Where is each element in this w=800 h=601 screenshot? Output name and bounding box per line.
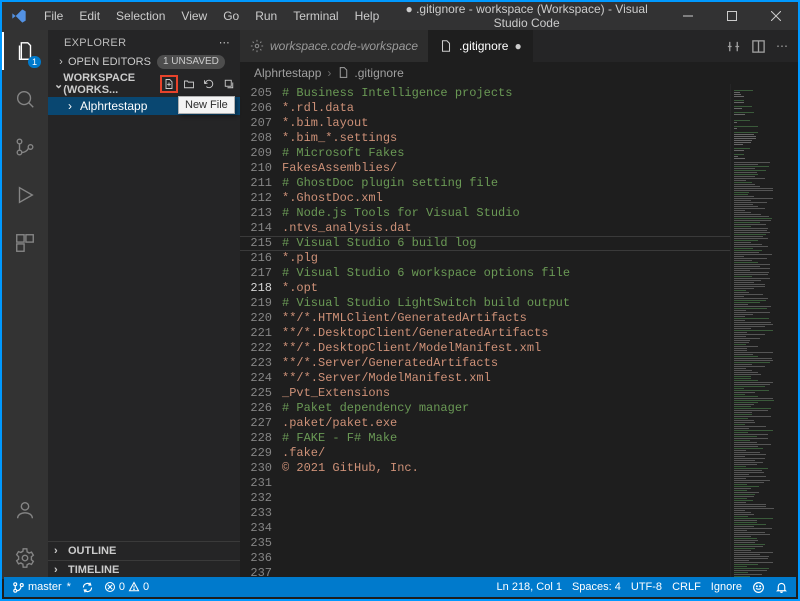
activity-search-icon[interactable] [2, 84, 48, 114]
open-editors-label: OPEN EDITORS [68, 56, 151, 68]
tooltip-new-file: New File [178, 96, 235, 114]
warning-icon [128, 581, 140, 593]
activity-extensions-icon[interactable] [2, 228, 48, 258]
minimap[interactable] [730, 84, 784, 579]
split-editor-icon[interactable] [751, 39, 766, 54]
status-branch[interactable]: master* [12, 581, 71, 594]
code-editor[interactable]: # Business Intelligence projects*.rdl.da… [282, 84, 730, 579]
menu-terminal[interactable]: Terminal [285, 2, 346, 30]
open-editors-section[interactable]: › OPEN EDITORS 1 UNSAVED [48, 53, 240, 71]
status-lncol[interactable]: Ln 218, Col 1 [497, 581, 562, 593]
window-minimize-button[interactable] [666, 2, 710, 30]
menu-run[interactable]: Run [247, 2, 285, 30]
breadcrumb[interactable]: Alphrtestapp › .gitignore [240, 62, 798, 84]
status-warnings: 0 [143, 581, 149, 593]
new-file-button[interactable] [160, 75, 178, 93]
menu-help[interactable]: Help [347, 2, 388, 30]
git-branch-icon [12, 581, 25, 594]
outline-section[interactable]: › OUTLINE [48, 541, 240, 560]
workspace-section[interactable]: ⌄ WORKSPACE (WORKS... [48, 71, 240, 97]
explorer-title: EXPLORER [64, 37, 126, 49]
status-spaces[interactable]: Spaces: 4 [572, 581, 621, 593]
activity-scm-icon[interactable] [2, 132, 48, 162]
outline-label: OUTLINE [68, 545, 116, 557]
error-icon [104, 581, 116, 593]
menu-edit[interactable]: Edit [71, 2, 108, 30]
bell-icon [775, 581, 788, 594]
title-bar: File Edit Selection View Go Run Terminal… [2, 2, 798, 30]
status-feedback[interactable] [752, 581, 765, 594]
compare-changes-icon[interactable] [726, 39, 741, 54]
activity-explorer-icon[interactable]: 1 [2, 36, 48, 66]
tab-workspace[interactable]: workspace.code-workspace [240, 30, 429, 62]
breadcrumb-seg[interactable]: .gitignore [354, 66, 403, 80]
chevron-right-icon: › [68, 99, 80, 113]
chevron-down-icon: ⌄ [54, 78, 63, 91]
window-close-button[interactable] [754, 2, 798, 30]
main-menu: File Edit Selection View Go Run Terminal… [36, 2, 387, 30]
tab-gitignore[interactable]: .gitignore ● [429, 30, 533, 62]
activity-settings-icon[interactable] [2, 543, 48, 573]
status-eol[interactable]: CRLF [672, 581, 701, 593]
line-gutter[interactable]: 2052062072082092102112122132142152162172… [240, 84, 282, 579]
file-icon [439, 39, 453, 53]
chevron-right-icon: › [54, 564, 68, 576]
more-actions-icon[interactable]: ⋯ [776, 39, 788, 53]
window-controls [666, 2, 798, 30]
status-encoding[interactable]: UTF-8 [631, 581, 662, 593]
chevron-right-icon: › [321, 66, 337, 80]
activity-account-icon[interactable] [2, 495, 48, 525]
workspace-label: WORKSPACE (WORKS... [63, 72, 160, 96]
unsaved-badge: 1 UNSAVED [157, 55, 225, 69]
status-branch-label: master [28, 581, 62, 593]
editor-area: workspace.code-workspace .gitignore ● ⋯ … [240, 30, 798, 579]
vertical-scrollbar[interactable] [784, 84, 798, 579]
menu-go[interactable]: Go [215, 2, 247, 30]
tab-label: workspace.code-workspace [270, 39, 418, 53]
collapse-all-button[interactable] [220, 75, 238, 93]
chevron-right-icon: › [54, 545, 68, 557]
window-title: ● .gitignore - workspace (Workspace) - V… [387, 2, 666, 30]
vscode-logo-icon [2, 8, 36, 24]
dirty-indicator-icon: ● [514, 39, 521, 53]
window-maximize-button[interactable] [710, 2, 754, 30]
status-language[interactable]: Ignore [711, 581, 742, 593]
menu-view[interactable]: View [173, 2, 215, 30]
tab-label: .gitignore [459, 39, 508, 53]
chevron-right-icon: › [54, 56, 68, 68]
status-bar: master* 0 0 Ln 218, Col 1 Spaces: 4 UTF-… [4, 577, 796, 597]
status-sync[interactable] [81, 581, 94, 594]
explorer-more-icon[interactable]: ⋯ [219, 36, 230, 49]
activity-run-debug-icon[interactable] [2, 180, 48, 210]
menu-file[interactable]: File [36, 2, 71, 30]
status-notifications[interactable] [775, 581, 788, 594]
sync-icon [81, 581, 94, 594]
status-errors: 0 [119, 581, 125, 593]
activity-bar: 1 [2, 30, 48, 579]
timeline-label: TIMELINE [68, 564, 119, 576]
editor-tabs: workspace.code-workspace .gitignore ● ⋯ [240, 30, 798, 62]
tree-item-label: Alphrtestapp [80, 99, 147, 113]
breadcrumb-seg[interactable]: Alphrtestapp [254, 66, 321, 80]
new-folder-button[interactable] [180, 75, 198, 93]
explorer-badge: 1 [28, 56, 41, 68]
settings-icon [250, 39, 264, 53]
status-problems[interactable]: 0 0 [104, 581, 149, 593]
file-icon [337, 66, 350, 79]
menu-selection[interactable]: Selection [108, 2, 173, 30]
refresh-button[interactable] [200, 75, 218, 93]
feedback-icon [752, 581, 765, 594]
